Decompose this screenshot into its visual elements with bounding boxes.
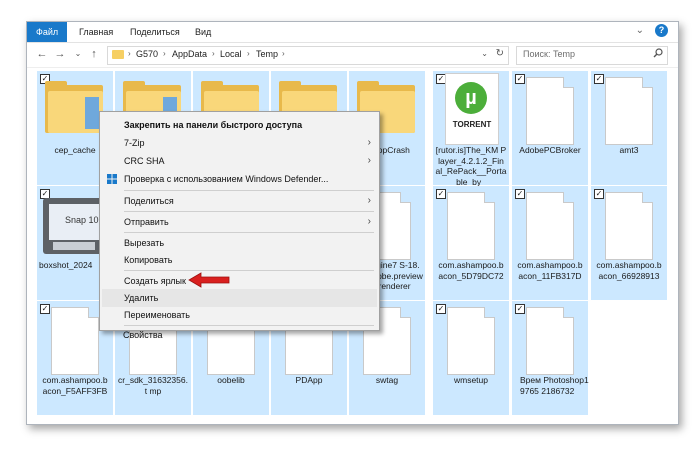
menu-separator — [124, 270, 374, 271]
breadcrumb-g570[interactable]: G570 — [136, 49, 158, 59]
file-item[interactable]: ✓ wmsetup — [433, 301, 509, 415]
menu-item-cut[interactable]: Вырезать — [102, 234, 377, 252]
breadcrumb-appdata[interactable]: AppData — [172, 49, 207, 59]
file-name: com.ashampoo.b acon_F5AFF3FB — [42, 375, 108, 396]
torrent-icon-label: TORRENT — [452, 120, 492, 129]
menu-item-pin-quick-access[interactable]: Закрепить на панели быстрого доступа — [102, 116, 377, 134]
file-item[interactable]: ✓ Врем Photoshop19765 2186732 — [512, 301, 589, 415]
folder-icon — [45, 81, 103, 133]
document-icon — [526, 192, 574, 260]
search-input[interactable]: Поиск: Temp — [516, 46, 668, 65]
menu-separator — [124, 190, 374, 191]
breadcrumb-separator-icon: › — [212, 49, 215, 58]
file-item[interactable]: ✓ AdobePCBroker — [512, 71, 588, 185]
file-name: Врем Photoshop19765 2186732 — [520, 375, 589, 396]
checkbox[interactable]: ✓ — [436, 304, 446, 314]
document-icon — [526, 77, 574, 145]
checkbox[interactable]: ✓ — [515, 189, 525, 199]
menu-item-defender-scan[interactable]: Проверка с использованием Windows Defend… — [102, 170, 377, 188]
breadcrumb-separator-icon: › — [282, 49, 285, 58]
search-placeholder: Поиск: Temp — [523, 49, 575, 59]
chevron-down-icon[interactable]: ⌄ — [636, 25, 644, 36]
file-name: com.ashampoo.b acon_11FB317D — [517, 260, 583, 281]
refresh-icon[interactable]: ↻ — [496, 48, 504, 59]
breadcrumb-separator-icon: › — [247, 49, 250, 58]
forward-arrow-icon[interactable]: → — [53, 46, 67, 62]
context-menu: Закрепить на панели быстрого доступа 7-Z… — [99, 111, 380, 331]
document-icon — [51, 307, 99, 375]
checkbox[interactable]: ✓ — [515, 304, 525, 314]
file-item[interactable]: ✓ amt3 — [591, 71, 667, 185]
menu-separator — [124, 232, 374, 233]
document-icon — [605, 192, 653, 260]
checkbox[interactable]: ✓ — [594, 189, 604, 199]
document-icon — [526, 307, 574, 375]
document-icon — [605, 77, 653, 145]
help-icon[interactable]: ? — [655, 24, 668, 37]
breadcrumb-separator-icon: › — [163, 49, 166, 58]
chevron-right-icon: › — [367, 216, 371, 227]
ribbon: Файл Главная Поделиться Вид ⌄ ? — [27, 22, 678, 43]
document-icon — [447, 307, 495, 375]
torrent-icon: µ TORRENT — [445, 73, 499, 145]
snap-icon-label: Snap 10 — [65, 215, 99, 225]
breadcrumb-separator-icon: › — [128, 49, 131, 58]
chevron-down-icon[interactable]: ⌄ — [481, 49, 488, 58]
menu-item-share[interactable]: Поделиться › — [102, 192, 377, 210]
checkbox[interactable]: ✓ — [40, 304, 50, 314]
search-icon — [653, 48, 663, 58]
red-arrow-annotation-icon — [188, 272, 230, 288]
file-item[interactable]: ✓ com.ashampoo.b acon_11FB317D — [512, 186, 588, 300]
file-name: PDApp — [295, 375, 323, 385]
utorrent-logo: µ — [455, 82, 487, 114]
menu-item-create-shortcut[interactable]: Создать ярлык — [102, 272, 377, 290]
file-item[interactable]: ✓ com.ashampoo.b acon_66928913 — [591, 186, 667, 300]
file-item[interactable]: ✓ com.ashampoo.b acon_5D79DC72 — [433, 186, 509, 300]
menu-item-crc-sha[interactable]: CRC SHA › — [102, 152, 377, 170]
menu-item-delete[interactable]: Удалить — [102, 289, 377, 307]
tab-file[interactable]: Файл — [27, 22, 68, 42]
up-arrow-icon[interactable]: ↑ — [87, 46, 101, 62]
file-name: com.ashampoo.b acon_5D79DC72 — [438, 260, 504, 281]
menu-item-7zip[interactable]: 7-Zip › — [102, 134, 377, 152]
file-name: wmsetup — [453, 375, 488, 385]
file-name: cr_sdk_31632356.t mp — [118, 375, 188, 396]
address-field[interactable]: › G570 › AppData › Local › Temp › ⌄ ↻ — [107, 46, 509, 65]
address-bar-row: ← → ⌄ ↑ › G570 › AppData › Local › Temp … — [27, 43, 678, 68]
menu-separator — [124, 211, 374, 212]
breadcrumb-local[interactable]: Local — [220, 49, 242, 59]
file-name: swtag — [375, 375, 399, 385]
file-name: AdobePCBroker — [519, 145, 581, 155]
menu-item-properties[interactable]: Свойства — [101, 326, 376, 344]
file-name: amt3 — [619, 145, 639, 155]
menu-item-copy[interactable]: Копировать — [102, 251, 377, 269]
windows-defender-icon — [107, 174, 117, 184]
chevron-right-icon: › — [367, 195, 371, 206]
checkbox[interactable]: ✓ — [594, 74, 604, 84]
breadcrumb-temp[interactable]: Temp — [256, 49, 278, 59]
folder-icon — [112, 50, 124, 59]
recent-locations-icon[interactable]: ⌄ — [71, 46, 85, 62]
menu-item-rename[interactable]: Переименовать — [102, 306, 377, 324]
checkbox[interactable]: ✓ — [515, 74, 525, 84]
ashampoo-snap-icon: Snap 10 — [43, 198, 105, 254]
tab-view[interactable]: Вид — [195, 22, 211, 42]
file-name: oobelib — [217, 375, 245, 385]
file-name: [rutor.is]The_KM Player_4.2.1.2_Fin al_R… — [435, 145, 507, 187]
tab-share[interactable]: Поделиться — [130, 22, 180, 42]
back-arrow-icon[interactable]: ← — [35, 46, 49, 62]
chevron-right-icon: › — [367, 137, 371, 148]
document-icon — [447, 192, 495, 260]
checkbox[interactable]: ✓ — [436, 189, 446, 199]
chevron-right-icon: › — [367, 155, 371, 166]
tab-home[interactable]: Главная — [79, 22, 113, 42]
file-item[interactable]: ✓ µ TORRENT [rutor.is]The_KM Player_4.2.… — [433, 71, 509, 187]
file-name: com.ashampoo.b acon_66928913 — [596, 260, 662, 281]
menu-item-send-to[interactable]: Отправить › — [102, 213, 377, 231]
